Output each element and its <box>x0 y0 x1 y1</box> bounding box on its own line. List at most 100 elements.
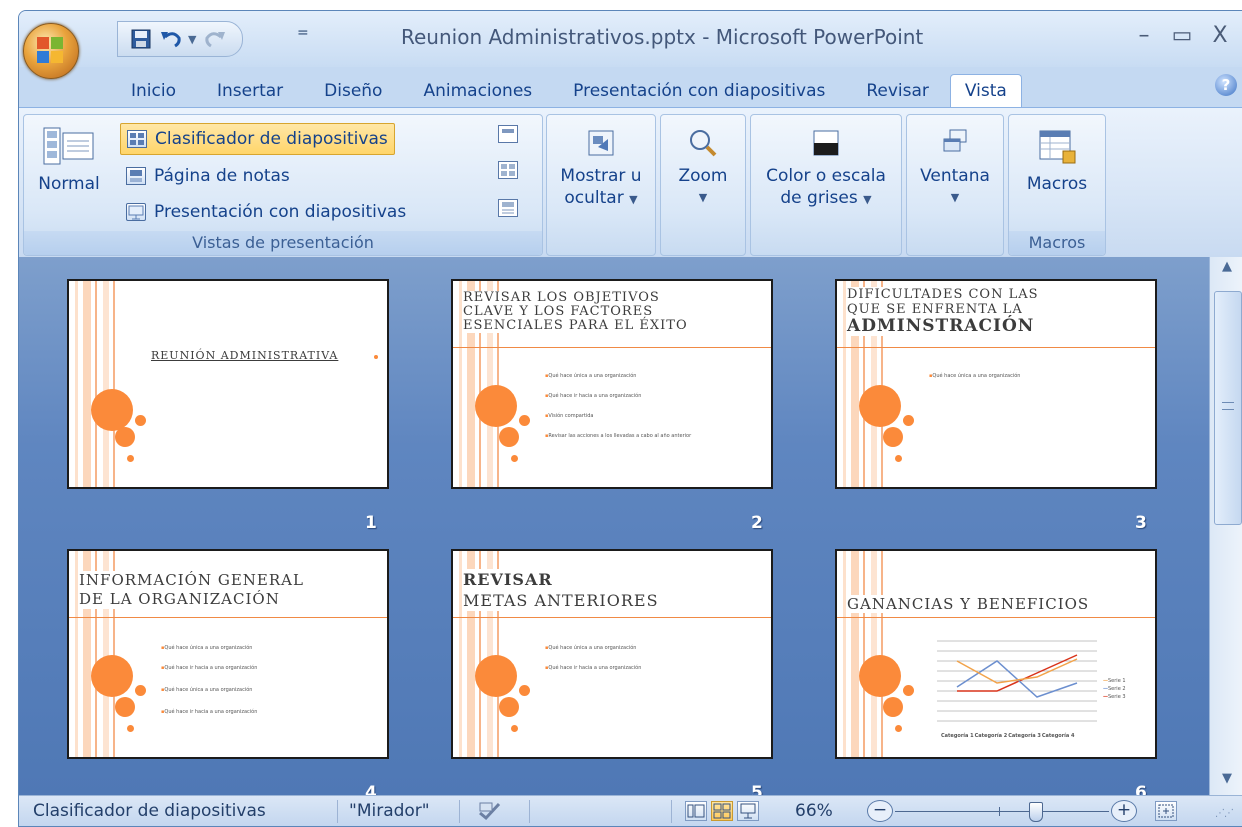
slideshow-button[interactable]: Presentación con diapositivas <box>120 197 412 227</box>
slide-number-3: 3 <box>1135 513 1147 533</box>
normal-view-label: Normal <box>38 174 100 194</box>
show-hide-icon <box>586 127 616 159</box>
normal-view-button[interactable]: Normal <box>34 127 104 195</box>
slide-decoration <box>69 281 129 487</box>
undo-icon[interactable] <box>158 27 184 51</box>
slide-thumbnail-5[interactable]: REVISAR METAS ANTERIORES ▪Qué hace única … <box>451 549 773 759</box>
slide-2-bullet-1: ▪Qué hace única a una organización <box>545 373 637 379</box>
scroll-up-icon[interactable]: ▲ <box>1214 259 1240 281</box>
color-grayscale-label-1: Color o escala <box>766 166 886 186</box>
slideshow-status-icon[interactable] <box>737 801 759 821</box>
macros-label: Macros <box>1026 174 1088 194</box>
macros-button[interactable]: Macros <box>1009 127 1105 195</box>
handout-master-icon[interactable] <box>498 161 518 179</box>
group-macros-label: Macros <box>1009 231 1105 255</box>
notes-page-icon <box>126 167 146 185</box>
tab-inicio[interactable]: Inicio <box>119 75 188 107</box>
spellcheck-icon[interactable] <box>477 801 503 826</box>
slide-3-bullet-1: ▪Qué hace única a una organización <box>929 373 1021 379</box>
save-icon[interactable] <box>128 27 154 51</box>
tab-presentacion[interactable]: Presentación con diapositivas <box>561 75 837 107</box>
zoom-level[interactable]: 66% <box>795 801 833 821</box>
normal-view-status-icon[interactable] <box>685 801 707 821</box>
slide-4-bullet-3: ▪Qué hace única a una organización <box>161 687 253 693</box>
show-hide-label-2: ocultar <box>564 188 624 208</box>
color-grayscale-label-2: de grises <box>780 188 858 208</box>
zoom-button[interactable]: Zoom ▼ <box>661 127 745 209</box>
show-hide-button[interactable]: Mostrar u ocultar ▼ <box>547 127 655 211</box>
slide-3-title: DIFICULTADES CON LAS QUE SE ENFRENTA LA AD… <box>847 287 1151 336</box>
slide-thumbnail-4[interactable]: INFORMACIÓN GENERAL DE LA ORGANIZACIÓN ▪Q… <box>67 549 389 759</box>
zoom-out-button[interactable]: − <box>867 800 893 822</box>
status-view-name: Clasificador de diapositivas <box>33 801 266 821</box>
notes-page-label: Página de notas <box>154 166 290 186</box>
maximize-button[interactable]: ▭ <box>1169 23 1195 48</box>
status-bar: Clasificador de diapositivas "Mirador" 6… <box>19 795 1242 826</box>
zoom-label: Zoom <box>678 166 728 186</box>
scroll-down-icon[interactable]: ▼ <box>1214 771 1240 793</box>
close-button[interactable]: X <box>1207 23 1233 48</box>
slide-1-title: REUNIÓN ADMINISTRATIVA <box>151 349 339 362</box>
slide-6-chart <box>937 640 1097 722</box>
zoom-slider-track[interactable] <box>895 811 1109 812</box>
powerpoint-window: ▼ = Reunion Administrativos.pptx - Micro… <box>18 10 1242 827</box>
slide-sorter-icon <box>127 130 147 148</box>
slide-thumbnail-3[interactable]: DIFICULTADES CON LAS QUE SE ENFRENTA LA AD… <box>835 279 1157 489</box>
window-dropdown-icon: ▼ <box>950 191 960 204</box>
group-macros: Macros Macros <box>1008 114 1106 256</box>
undo-dropdown-icon[interactable]: ▼ <box>188 33 198 46</box>
slide-4-bullet-1: ▪Qué hace única a una organización <box>161 645 253 651</box>
notes-master-icon[interactable] <box>498 199 518 217</box>
office-logo-icon <box>37 37 65 65</box>
normal-view-icon <box>43 127 95 167</box>
slide-number-1: 1 <box>365 513 377 533</box>
color-grayscale-button[interactable]: Color o escala de grises ▼ <box>751 127 901 211</box>
slide-5-title: REVISAR METAS ANTERIORES <box>463 569 767 611</box>
resize-grip-icon[interactable]: ⋰⋰ <box>1215 808 1234 819</box>
color-grayscale-dropdown-icon: ▼ <box>863 193 872 206</box>
notes-page-button[interactable]: Página de notas <box>120 161 296 191</box>
slide-4-bullet-2: ▪Qué hace ir hacia a una organización <box>161 665 258 671</box>
zoom-dropdown-icon: ▼ <box>698 191 708 204</box>
office-button[interactable] <box>23 23 79 79</box>
slide-sorter-button[interactable]: Clasificador de diapositivas <box>120 123 395 155</box>
title-bar: ▼ = Reunion Administrativos.pptx - Micro… <box>19 11 1242 67</box>
window-label: Ventana <box>920 166 990 186</box>
slide-thumbnail-1[interactable]: REUNIÓN ADMINISTRATIVA <box>67 279 389 489</box>
help-icon[interactable]: ? <box>1215 74 1237 96</box>
group-color-grayscale: Color o escala de grises ▼ <box>750 114 902 256</box>
slide-6-legend: —Serie 1 —Serie 2 —Serie 3 <box>1103 678 1126 700</box>
sorter-view-status-icon[interactable] <box>711 801 733 821</box>
redo-icon[interactable] <box>202 27 228 51</box>
master-slide-icon[interactable] <box>498 125 518 143</box>
status-theme-name: "Mirador" <box>349 801 430 821</box>
zoom-slider-thumb[interactable] <box>1029 802 1043 822</box>
window-title: Reunion Administrativos.pptx - Microsoft… <box>401 25 924 49</box>
slide-2-bullet-4: ▪Revisar las acciones a los llevadas a c… <box>545 433 692 439</box>
tab-animaciones[interactable]: Animaciones <box>411 75 544 107</box>
tab-insertar[interactable]: Insertar <box>205 75 295 107</box>
zoom-in-button[interactable]: + <box>1111 800 1137 822</box>
slide-thumbnail-2[interactable]: REVISAR LOS OBJETIVOS CLAVE Y LOS FACTORE… <box>451 279 773 489</box>
slide-sorter-label: Clasificador de diapositivas <box>155 129 388 149</box>
slideshow-label: Presentación con diapositivas <box>154 202 407 222</box>
fit-to-window-icon[interactable] <box>1155 801 1177 821</box>
tab-vista[interactable]: Vista <box>949 74 1022 107</box>
slide-4-title: INFORMACIÓN GENERAL DE LA ORGANIZACIÓN <box>79 571 383 609</box>
slide-6-title: GANANCIAS Y BENEFICIOS <box>847 595 1151 613</box>
slide-2-bullet-2: ▪Qué hace ir hacia a una organización <box>545 393 642 399</box>
window-icon <box>940 127 970 159</box>
slide-6-categories: Categoría 1 Categoría 2 Categoría 3 Categor… <box>941 733 1075 739</box>
window-button[interactable]: Ventana ▼ <box>907 127 1003 209</box>
vertical-scrollbar[interactable]: ▲ ▼ <box>1209 257 1242 795</box>
quick-access-toolbar: ▼ <box>117 21 243 57</box>
slide-sorter-area[interactable]: REUNIÓN ADMINISTRATIVA 1 REVISAR LOS OBJ… <box>19 257 1209 803</box>
customize-qat-icon[interactable]: = <box>297 25 309 41</box>
minimize-button[interactable]: – <box>1131 23 1157 48</box>
scroll-thumb[interactable] <box>1214 291 1242 525</box>
slide-2-bullet-3: ▪Visión compartida <box>545 413 594 419</box>
slide-thumbnail-6[interactable]: GANANCIAS Y BENEFICIOS —Serie 1 —Serie 2… <box>835 549 1157 759</box>
slide-4-bullet-4: ▪Qué hace ir hacia a una organización <box>161 709 258 715</box>
tab-diseno[interactable]: Diseño <box>312 75 394 107</box>
tab-revisar[interactable]: Revisar <box>854 75 941 107</box>
